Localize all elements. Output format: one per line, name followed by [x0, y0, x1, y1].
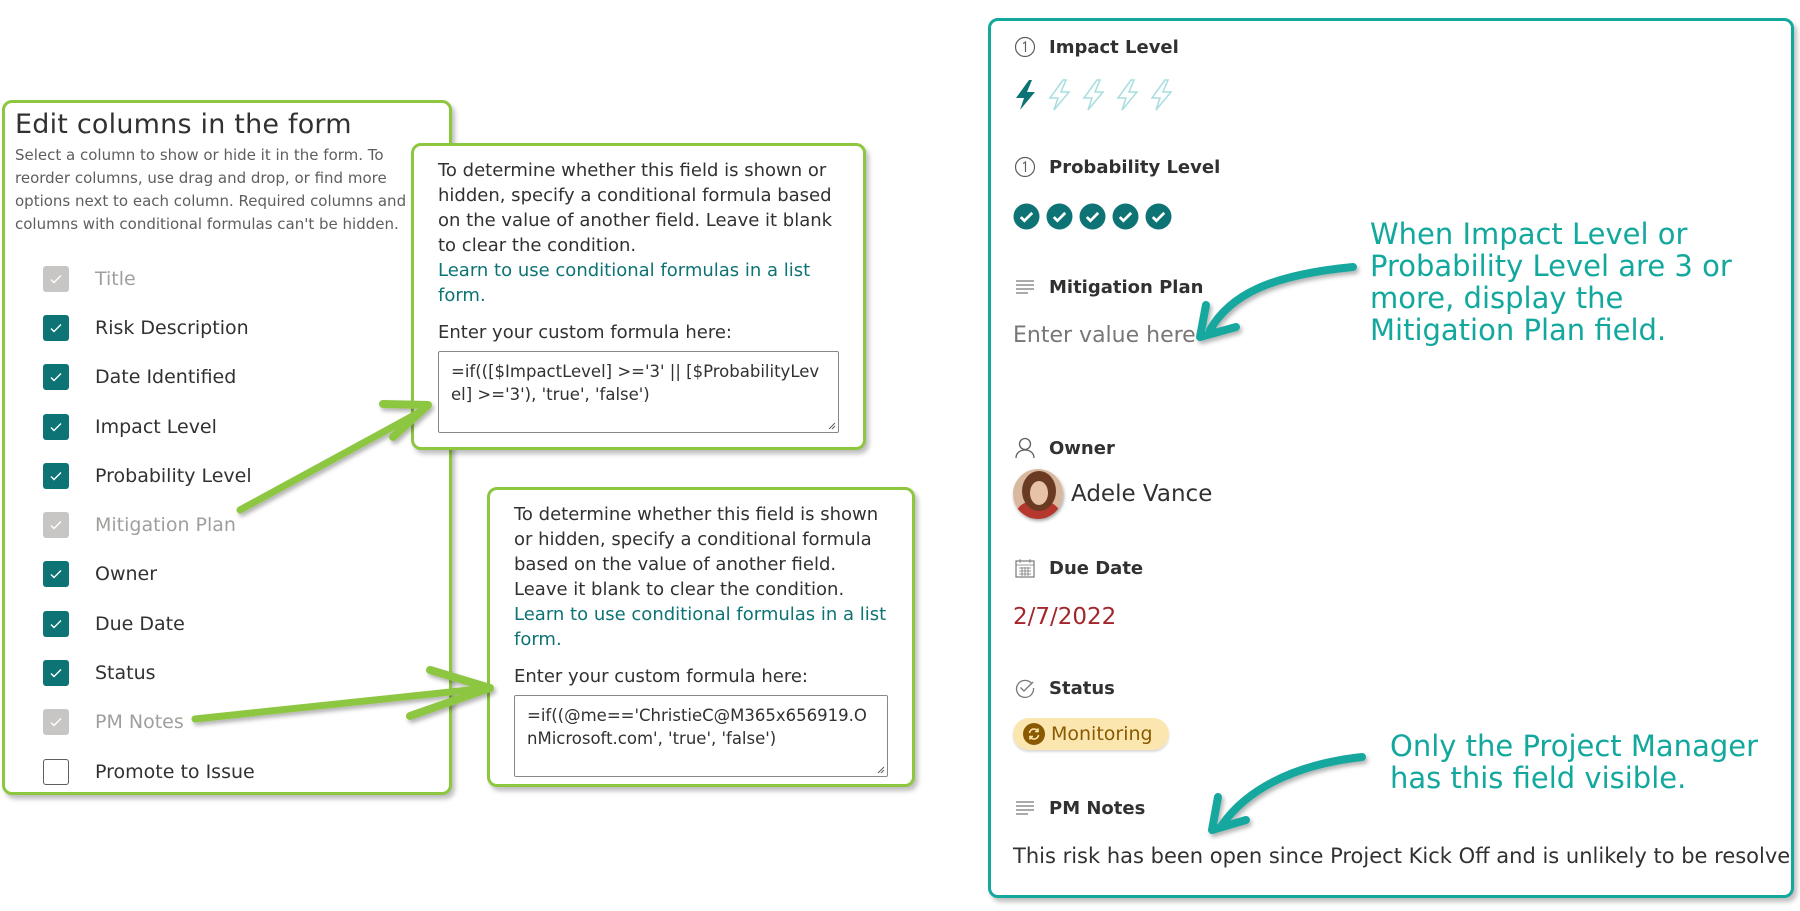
bolt-outline-icon[interactable] [1149, 79, 1175, 111]
owner-name: Adele Vance [1071, 481, 1213, 507]
field-label: PM Notes [1049, 797, 1146, 819]
probability-level-rating[interactable] [1013, 203, 1172, 230]
column-item-pm-notes[interactable]: PM Notes [15, 698, 439, 747]
field-header-owner: Owner [1013, 436, 1115, 460]
checkbox-checked[interactable] [43, 462, 69, 489]
check-circle-icon [1013, 676, 1037, 700]
formula-label: Enter your custom formula here: [438, 322, 732, 343]
callout-mitigation-plan: When Impact Level or Probability Level a… [1370, 217, 1732, 347]
multiline-text-icon [1013, 275, 1037, 299]
panel-description: Select a column to show or hide it in th… [15, 146, 407, 233]
column-label: Date Identified [95, 366, 237, 389]
field-header-impact-level: Impact Level [1013, 35, 1179, 59]
person-icon [1013, 436, 1037, 460]
column-label: Probability Level [95, 464, 252, 487]
checkbox-checked[interactable] [43, 660, 69, 687]
checkbox-checked[interactable] [43, 314, 69, 341]
check-circle-filled-icon[interactable] [1079, 203, 1106, 230]
check-circle-filled-icon[interactable] [1112, 203, 1139, 230]
checkbox-checked[interactable] [43, 413, 69, 440]
column-item-probability-level[interactable]: Probability Level [15, 451, 439, 500]
checkbox-disabled [43, 512, 69, 539]
field-header-status: Status [1013, 676, 1115, 700]
sync-icon [1023, 723, 1045, 745]
conditional-formula-popup-mitigation: To determine whether this field is shown… [411, 143, 866, 450]
column-list: Title Risk Description Date Identified I… [15, 254, 439, 796]
bolt-outline-icon[interactable] [1081, 79, 1107, 111]
column-item-risk-description[interactable]: Risk Description [15, 303, 439, 352]
field-header-mitigation-plan: Mitigation Plan [1013, 275, 1203, 299]
checkbox-checked[interactable] [43, 610, 69, 637]
bolt-outline-icon[interactable] [1047, 79, 1073, 111]
column-item-impact-level[interactable]: Impact Level [15, 402, 439, 451]
checkbox-disabled [43, 709, 69, 736]
column-label: Impact Level [95, 415, 217, 438]
column-item-title[interactable]: Title [15, 254, 439, 303]
field-header-due-date: Due Date [1013, 556, 1143, 580]
avatar [1013, 469, 1063, 519]
callout-pm-notes: Only the Project Manager has this field … [1390, 729, 1759, 795]
column-item-mitigation-plan[interactable]: Mitigation Plan [15, 500, 439, 549]
check-circle-filled-icon[interactable] [1145, 203, 1172, 230]
mitigation-plan-input[interactable]: Enter value here [1013, 323, 1196, 348]
column-item-owner[interactable]: Owner [15, 550, 439, 599]
field-label: Impact Level [1049, 36, 1179, 58]
formula-value: =if((@me=='ChristieC@M365x656919.OnMicro… [527, 706, 867, 748]
popup-instructions: To determine whether this field is shown… [514, 504, 879, 600]
status-value: Monitoring [1051, 723, 1153, 745]
popup-instructions: To determine whether this field is shown… [438, 160, 833, 256]
number-one-circle-icon [1013, 155, 1037, 179]
column-label: Title [95, 267, 136, 290]
column-item-date-identified[interactable]: Date Identified [15, 353, 439, 402]
formula-input[interactable]: =if((@me=='ChristieC@M365x656919.OnMicro… [514, 695, 888, 777]
field-label: Due Date [1049, 557, 1144, 579]
formula-label: Enter your custom formula here: [514, 666, 808, 687]
column-label: Due Date [95, 612, 185, 635]
field-label: Owner [1049, 437, 1115, 459]
field-label: Probability Level [1049, 156, 1221, 178]
field-label: Mitigation Plan [1049, 276, 1204, 298]
formula-value: =if(([$ImpactLevel] >='3' || [$Probabili… [451, 362, 820, 404]
checkbox-checked[interactable] [43, 561, 69, 588]
check-circle-filled-icon[interactable] [1046, 203, 1073, 230]
column-label: PM Notes [95, 711, 184, 734]
learn-more-link[interactable]: Learn to use conditional formulas in a l… [514, 602, 888, 652]
number-one-circle-icon [1013, 35, 1037, 59]
column-item-status[interactable]: Status [15, 648, 439, 697]
check-circle-filled-icon[interactable] [1013, 203, 1040, 230]
checkbox-checked[interactable] [43, 364, 69, 391]
bolt-outline-icon[interactable] [1115, 79, 1141, 111]
checkbox-disabled [43, 265, 69, 292]
status-badge[interactable]: Monitoring [1013, 718, 1169, 750]
field-header-pm-notes: PM Notes [1013, 796, 1145, 820]
owner-persona[interactable]: Adele Vance [1013, 469, 1212, 519]
panel-title: Edit columns in the form [15, 109, 352, 140]
resize-handle-icon[interactable] [875, 764, 885, 774]
column-label: Owner [95, 563, 158, 586]
conditional-formula-popup-pm-notes: To determine whether this field is shown… [487, 487, 915, 787]
column-label: Mitigation Plan [95, 514, 236, 537]
column-item-due-date[interactable]: Due Date [15, 599, 439, 648]
edit-columns-panel: Edit columns in the form Select a column… [2, 100, 452, 795]
column-label: Promote to Issue [95, 760, 255, 783]
learn-more-link[interactable]: Learn to use conditional formulas in a l… [438, 258, 839, 308]
resize-handle-icon[interactable] [826, 420, 836, 430]
column-item-promote-to-issue[interactable]: Promote to Issue [15, 747, 439, 796]
multiline-text-icon [1013, 796, 1037, 820]
due-date-value[interactable]: 2/7/2022 [1013, 604, 1116, 630]
column-label: Risk Description [95, 316, 249, 339]
impact-level-rating[interactable] [1013, 79, 1175, 111]
field-label: Status [1049, 677, 1115, 699]
calendar-icon [1013, 556, 1037, 580]
field-header-probability-level: Probability Level [1013, 155, 1220, 179]
formula-input[interactable]: =if(([$ImpactLevel] >='3' || [$Probabili… [438, 351, 839, 433]
column-label: Status [95, 662, 156, 685]
pm-notes-value[interactable]: This risk has been open since Project Ki… [1013, 844, 1791, 868]
status-field[interactable]: Monitoring [1013, 718, 1169, 750]
bolt-filled-icon[interactable] [1013, 79, 1039, 111]
checkbox-unchecked[interactable] [43, 758, 69, 785]
